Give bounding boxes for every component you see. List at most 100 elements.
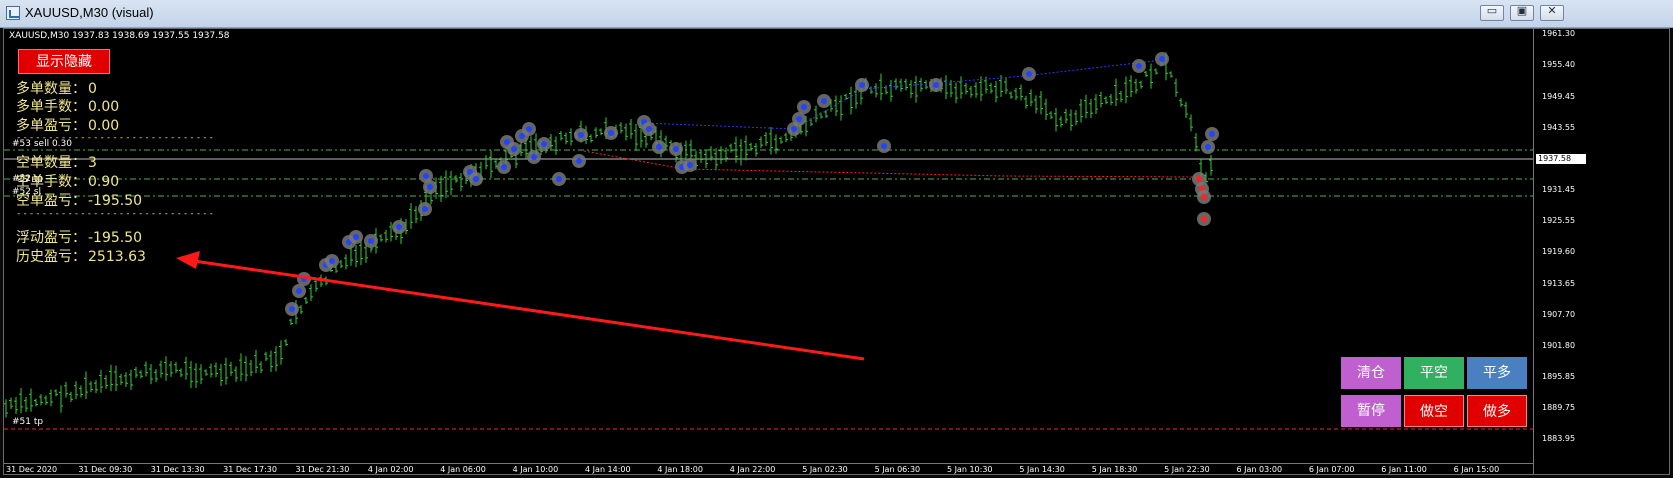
price-label: 1931.45 xyxy=(1542,185,1576,194)
long-count-row: 多单数量： 0 xyxy=(16,78,97,98)
trade-marker-dot xyxy=(289,306,295,312)
trade-marker-dot xyxy=(933,82,939,88)
trade-marker-dot xyxy=(656,144,662,150)
short-lots-row: 空单手数： 0.90 xyxy=(16,171,119,191)
chart-window-icon xyxy=(6,6,20,20)
price-label: 1907.70 xyxy=(1542,310,1576,319)
candlestick-plot[interactable] xyxy=(4,29,1534,466)
trade-marker-dot xyxy=(556,176,562,182)
row-value: 3 xyxy=(88,155,97,171)
time-label: 4 Jan 22:00 xyxy=(729,465,776,474)
long-pnl-row: 多单盈亏： 0.00 xyxy=(16,115,119,135)
price-label: 1901.80 xyxy=(1542,341,1576,350)
time-label: 6 Jan 03:00 xyxy=(1236,465,1283,474)
trade-marker-dot xyxy=(501,164,507,170)
time-label: 31 Dec 09:30 xyxy=(78,465,133,474)
close-short-button[interactable]: 平空 xyxy=(1404,357,1464,389)
time-label: 6 Jan 07:00 xyxy=(1308,465,1355,474)
short-count-row: 空单数量： 3 xyxy=(16,152,97,172)
trade-marker-dot xyxy=(859,82,865,88)
price-label: 1913.65 xyxy=(1542,279,1576,288)
annotation-arrow-head xyxy=(176,251,200,269)
trade-marker-dot xyxy=(511,146,517,152)
long-lots-row: 多单手数： 0.00 xyxy=(16,96,119,116)
trade-marker-dot xyxy=(821,98,827,104)
price-label: 1943.55 xyxy=(1542,123,1576,132)
price-axis: 1961.30 1955.40 1949.45 1943.55 1937.58 … xyxy=(1533,29,1669,474)
price-label: 1949.45 xyxy=(1542,92,1576,101)
trade-marker-dot xyxy=(1201,194,1207,200)
time-label: 4 Jan 10:00 xyxy=(512,465,559,474)
trade-marker-dot xyxy=(1196,176,1202,182)
row-value: 0.00 xyxy=(88,99,120,115)
time-label: 5 Jan 14:30 xyxy=(1019,465,1065,474)
trade-marker-dot xyxy=(296,288,302,294)
short-pnl-row: 空单盈亏： -195.50 xyxy=(16,190,142,210)
row-value: 0 xyxy=(88,81,97,97)
time-label: 5 Jan 10:30 xyxy=(946,465,993,474)
buy-trade-connector xyxy=(643,60,1155,130)
close-all-button[interactable]: 清仓 xyxy=(1341,357,1401,389)
minimize-button[interactable]: ▭ xyxy=(1480,4,1504,21)
time-label: 31 Dec 13:30 xyxy=(150,465,205,474)
trade-marker-dot xyxy=(608,130,614,136)
trade-marker-dot xyxy=(576,158,582,164)
trade-marker-dot xyxy=(801,104,807,110)
order-label-sell: #53 sell 0.30 xyxy=(12,139,72,149)
trade-marker-dot xyxy=(541,141,547,147)
trade-marker-dot xyxy=(368,238,374,244)
row-label: 空单数量： xyxy=(16,155,86,171)
current-price-label: 1937.58 xyxy=(1536,154,1586,164)
row-value: 0.90 xyxy=(88,174,120,190)
trade-marker-dot xyxy=(396,224,402,230)
window-titlebar: XAUUSD,M30 (visual) ▭ ▣ ✕ xyxy=(0,0,1673,28)
time-label: 31 Dec 17:30 xyxy=(223,465,277,474)
time-label: 5 Jan 02:30 xyxy=(802,465,848,474)
trade-marker-dot xyxy=(1026,71,1032,77)
price-label: 1919.60 xyxy=(1542,247,1576,256)
trade-marker-dot xyxy=(353,234,359,240)
trade-marker-dot xyxy=(1159,56,1165,62)
price-chart[interactable]: XAUUSD,M30 1937.83 1938.69 1937.55 1937.… xyxy=(3,28,1670,475)
trade-marker-dot xyxy=(1209,131,1215,137)
trade-marker-dot xyxy=(673,146,679,152)
time-label: 4 Jan 18:00 xyxy=(657,465,703,474)
close-button[interactable]: ✕ xyxy=(1540,4,1564,21)
floating-pnl-row: 浮动盈亏： -195.50 xyxy=(16,227,142,247)
trade-marker-dot xyxy=(578,132,584,138)
trade-marker-dot xyxy=(427,184,433,190)
trade-marker-dot xyxy=(1136,63,1142,69)
restore-icon: ▣ xyxy=(1516,4,1528,17)
trade-marker-dot xyxy=(1201,216,1207,222)
row-value: -195.50 xyxy=(88,193,143,209)
buy-button[interactable]: 做多 xyxy=(1467,395,1527,427)
price-label: 1955.40 xyxy=(1542,60,1576,69)
trade-marker-dot xyxy=(646,126,652,132)
pause-button[interactable]: 暂停 xyxy=(1341,395,1401,427)
sell-button[interactable]: 做空 xyxy=(1404,395,1464,427)
time-axis: 31 Dec 2020 31 Dec 09:30 31 Dec 13:30 31 De… xyxy=(4,463,1534,474)
row-label: 多单数量： xyxy=(16,81,86,97)
time-label: 6 Jan 15:00 xyxy=(1453,465,1500,474)
time-label: 31 Dec 21:30 xyxy=(295,465,350,474)
row-value: 0.00 xyxy=(88,118,120,134)
trade-marker-dot xyxy=(329,258,335,264)
restore-button[interactable]: ▣ xyxy=(1510,4,1534,21)
history-pnl-row: 历史盈亏： 2513.63 xyxy=(16,246,146,266)
price-label: 1895.85 xyxy=(1542,372,1576,381)
row-value: 2513.63 xyxy=(88,249,146,265)
row-label: 空单盈亏： xyxy=(16,193,86,209)
ohlc-header: XAUUSD,M30 1937.83 1938.69 1937.55 1937.… xyxy=(9,31,230,41)
time-label: 5 Jan 18:30 xyxy=(1091,465,1138,474)
minimize-icon: ▭ xyxy=(1486,4,1498,17)
row-value: -195.50 xyxy=(88,230,143,246)
close-long-button[interactable]: 平多 xyxy=(1467,357,1527,389)
time-label: 6 Jan 11:00 xyxy=(1381,465,1427,474)
time-label: 31 Dec 2020 xyxy=(6,465,58,474)
order-label-tp2: #51 tp xyxy=(12,417,44,427)
toggle-panel-button[interactable]: 显示隐藏 xyxy=(18,49,110,74)
trade-marker-dot xyxy=(422,206,428,212)
time-label: 5 Jan 22:30 xyxy=(1164,465,1210,474)
separator: ------------------------------- xyxy=(16,209,215,219)
time-label: 4 Jan 02:00 xyxy=(367,465,414,474)
